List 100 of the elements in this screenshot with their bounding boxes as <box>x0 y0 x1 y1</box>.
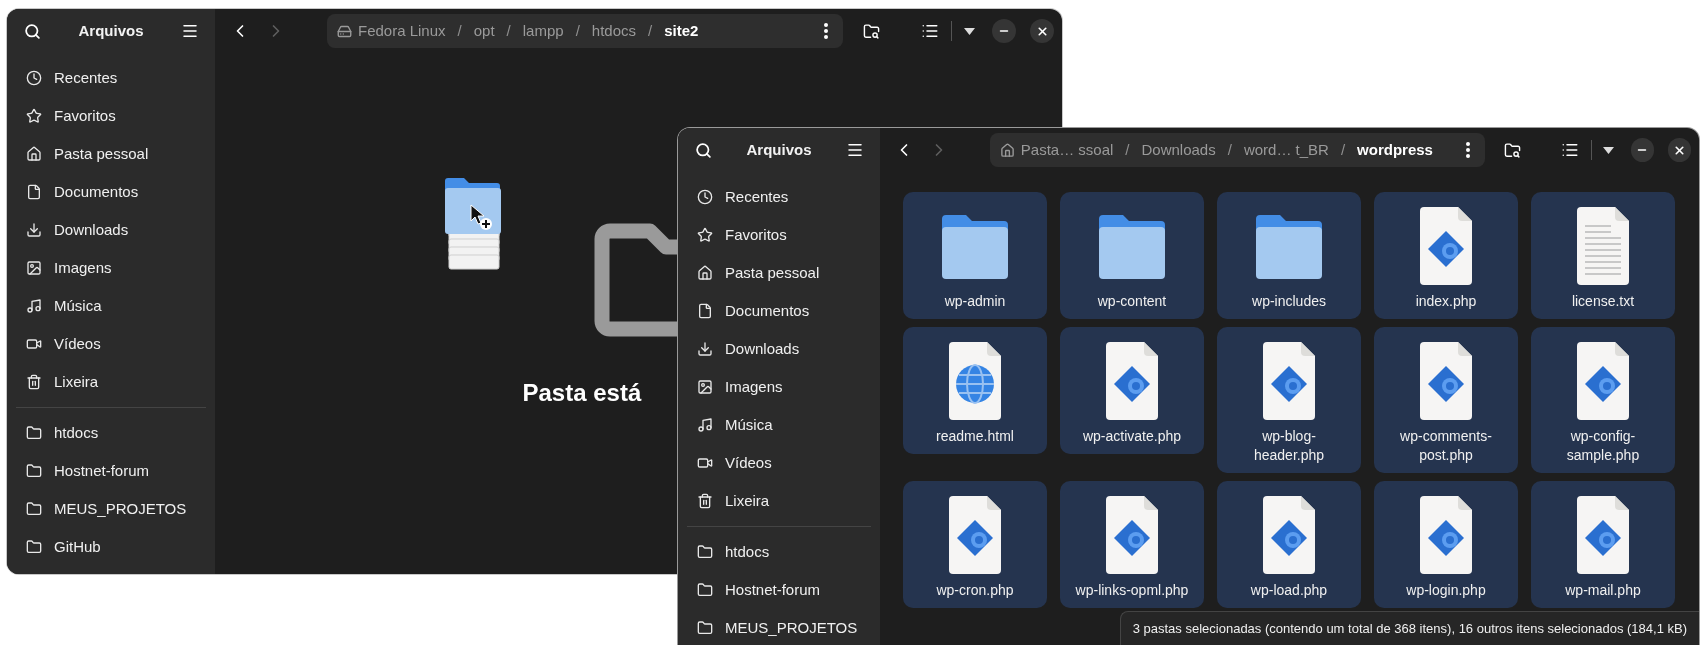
file-tile[interactable]: wp-activate.php <box>1060 327 1204 454</box>
folder-icon <box>26 425 42 441</box>
sidebar-item[interactable]: Hostnet-forum <box>14 452 208 490</box>
sidebar-item[interactable]: Imagens <box>685 368 873 406</box>
download-icon <box>26 222 42 238</box>
path-separator: / <box>457 20 462 41</box>
path-separator: / <box>1340 139 1346 160</box>
folder-icon <box>26 463 42 479</box>
file-name: wp-comments-post.php <box>1399 427 1493 465</box>
window-title: Arquivos <box>746 139 812 160</box>
path-crumb[interactable]: Fedora Linux <box>358 19 446 43</box>
sidebar-item[interactable]: Imagens <box>14 249 208 287</box>
path-crumb[interactable]: word… t_BR <box>1243 138 1329 162</box>
sidebar-item[interactable]: Favoritos <box>685 216 873 254</box>
file-name: wp-mail.php <box>1564 581 1642 600</box>
file-tile[interactable]: wp-mail.php <box>1531 481 1675 608</box>
home-icon <box>999 142 1015 158</box>
file-name: wp-cron.php <box>935 581 1015 600</box>
empty-state-title: Pasta está <box>522 379 642 406</box>
file-tile[interactable]: license.txt <box>1531 192 1675 319</box>
sidebar-item[interactable]: Downloads <box>685 330 873 368</box>
sidebar-item[interactable]: htdocs <box>14 414 208 452</box>
close-button[interactable] <box>1030 19 1054 43</box>
sidebar-item[interactable]: GitHub <box>14 528 208 566</box>
path-crumb[interactable]: opt <box>473 19 495 43</box>
sidebar-item[interactable]: Lixeira <box>685 482 873 520</box>
home-icon <box>26 146 42 162</box>
folder-icon <box>697 582 713 598</box>
menu-icon <box>846 141 864 159</box>
sidebar-item[interactable]: Recentes <box>14 59 208 97</box>
sidebar-item[interactable]: Música <box>685 406 873 444</box>
file-name: wp-blog-header.php <box>1252 427 1326 465</box>
video-icon <box>697 455 713 471</box>
music-icon <box>697 417 713 433</box>
file-name: index.php <box>1414 292 1478 311</box>
more-icon <box>824 23 828 39</box>
image-icon <box>26 260 42 276</box>
path-crumb[interactable]: lampp <box>522 19 564 43</box>
folder-icon <box>697 620 713 636</box>
sidebar-item[interactable]: Vídeos <box>685 444 873 482</box>
sidebar-item[interactable]: Favoritos <box>14 97 208 135</box>
sidebar-item[interactable]: MEUS_PROJETOS <box>14 490 208 528</box>
sidebar-item[interactable]: Lixeira <box>14 363 208 401</box>
folder-icon <box>697 544 713 560</box>
window-title: Arquivos <box>78 20 144 41</box>
file-name: license.txt <box>1570 292 1636 311</box>
file-tile[interactable]: wp-links-opml.php <box>1060 481 1204 608</box>
sidebar-item[interactable]: Recentes <box>685 178 873 216</box>
path-separator: / <box>1227 139 1232 160</box>
file-tile[interactable]: wp-comments-post.php <box>1374 327 1518 473</box>
clock-icon <box>697 189 713 205</box>
clock-icon <box>26 70 42 86</box>
file-tile[interactable]: wp-includes <box>1217 192 1361 319</box>
file-tile[interactable]: wp-load.php <box>1217 481 1361 608</box>
sidebar-item[interactable]: MEUS_PROJETOS <box>685 609 873 645</box>
file-tile[interactable]: index.php <box>1374 192 1518 319</box>
status-bar: 3 pastas selecionadas (contendo um total de 368 itens), 16 outros itens selecionados (184,1 kB) <box>1119 611 1699 645</box>
drive-icon <box>337 23 352 39</box>
sidebar-item[interactable]: Pasta pessoal <box>14 135 208 173</box>
folder-search-icon <box>1503 141 1521 159</box>
path-crumb[interactable]: Downloads <box>1141 138 1216 162</box>
file-tile[interactable]: readme.html <box>903 327 1047 454</box>
sidebar-item[interactable]: Música <box>14 287 208 325</box>
trash-icon <box>26 374 42 390</box>
file-tile[interactable]: wp-admin <box>903 192 1047 319</box>
download-icon <box>697 341 713 357</box>
minimize-button[interactable] <box>992 19 1016 43</box>
file-name: readme.html <box>935 427 1015 446</box>
minimize-button[interactable] <box>1630 138 1654 162</box>
file-name: wp-load.php <box>1249 581 1329 600</box>
sidebar-item[interactable]: Documentos <box>685 292 873 330</box>
document-icon <box>26 184 42 200</box>
file-tile[interactable]: wp-config-sample.php <box>1531 327 1675 473</box>
sidebar-item[interactable]: Hostnet-forum <box>685 571 873 609</box>
path-separator: / <box>575 20 580 41</box>
video-icon <box>26 336 42 352</box>
file-name: wp-content <box>1096 292 1168 311</box>
document-icon <box>697 303 713 319</box>
file-name: wp-links-opml.php <box>1075 581 1189 600</box>
folder-icon <box>26 501 42 517</box>
sidebar-item[interactable]: htdocs <box>685 533 873 571</box>
image-icon <box>697 379 713 395</box>
file-tile[interactable]: wp-cron.php <box>903 481 1047 608</box>
file-name: wp-admin <box>943 292 1007 311</box>
sidebar-item[interactable]: Documentos <box>14 173 208 211</box>
close-button[interactable] <box>1667 138 1692 162</box>
close-icon <box>1035 24 1049 38</box>
path-crumb[interactable]: htdocs <box>591 19 636 43</box>
list-icon <box>1561 141 1580 159</box>
path-crumb[interactable]: site2 <box>664 19 699 43</box>
path-crumb[interactable]: wordpress <box>1357 138 1433 162</box>
sidebar-item[interactable]: Pasta pessoal <box>685 254 873 292</box>
file-tile[interactable]: wp-blog-header.php <box>1217 327 1361 473</box>
file-tile[interactable]: wp-login.php <box>1374 481 1518 608</box>
file-name: wp-activate.php <box>1081 427 1183 446</box>
file-tile[interactable]: wp-content <box>1060 192 1204 319</box>
sidebar-item[interactable]: Vídeos <box>14 325 208 363</box>
sidebar-item[interactable]: Downloads <box>14 211 208 249</box>
path-crumb[interactable]: Pasta… ssoal <box>1020 138 1114 162</box>
file-name: wp-includes <box>1251 292 1327 311</box>
